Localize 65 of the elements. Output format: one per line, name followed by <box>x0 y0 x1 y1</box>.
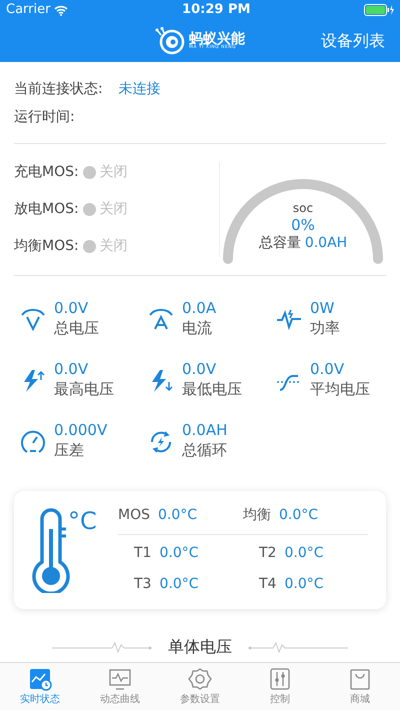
tab[interactable]: 商城 <box>320 663 400 710</box>
runtime-label: 运行时间: <box>14 109 75 125</box>
sliders-icon <box>268 667 292 691</box>
carrier-name: Carrier <box>6 1 50 20</box>
shopping-bag-icon <box>348 667 372 691</box>
tab[interactable]: 动态曲线 <box>80 663 160 710</box>
metric-label: 电流 <box>182 318 213 338</box>
metric-value: 0.000V <box>54 422 108 438</box>
metric-value: 0.0V <box>54 361 90 378</box>
sensor-label: T1 <box>134 544 152 563</box>
tab[interactable]: 参数设置 <box>160 663 240 710</box>
metric-value: 0.0AH <box>182 422 228 438</box>
metric-label: 功率 <box>310 318 340 338</box>
mos-label: 充电MOS: <box>14 163 79 182</box>
pressure-gauge-icon <box>20 428 46 454</box>
cycle-bolt-icon <box>148 428 174 454</box>
metric-label: 最高电压 <box>54 378 114 400</box>
metric-label: 平均电压 <box>310 378 370 400</box>
tab[interactable]: 控制 <box>240 663 320 710</box>
sensor-label: T2 <box>259 544 276 563</box>
metric-label: 压差 <box>54 440 85 460</box>
tab[interactable]: 实时状态 <box>0 663 80 710</box>
current-icon <box>148 306 174 332</box>
section-heading: 单体电压 <box>168 636 232 658</box>
temperature-value: 0.0°C <box>159 544 199 563</box>
temperature-value: 0.0°C <box>279 506 318 525</box>
sensor-label: MOS <box>118 506 150 525</box>
mos-label: 放电MOS: <box>14 200 79 219</box>
mos-state: 关闭 <box>100 237 128 256</box>
temperature-value: 0.0°C <box>284 544 324 563</box>
mos-state: 关闭 <box>100 163 128 182</box>
voltage-icon <box>20 306 46 332</box>
soc-label: soc <box>292 201 314 216</box>
battery-icon <box>364 4 394 16</box>
capacity-value: 0.0AH <box>304 234 348 252</box>
monitor-chart-icon <box>108 667 132 691</box>
capacity-label: 总容量 <box>258 234 301 252</box>
wifi-icon <box>54 4 68 16</box>
metric-value: 0.0V <box>54 300 90 316</box>
sensor-label: 均衡 <box>243 506 271 525</box>
metric-value: 0W <box>310 300 336 316</box>
mos-label: 均衡MOS: <box>14 237 79 256</box>
snail-logo-icon <box>155 27 185 55</box>
mos-state: 关闭 <box>100 200 128 219</box>
temperature-value: 0.0°C <box>159 575 199 594</box>
metric-value: 0.0V <box>182 361 218 378</box>
sensor-label: T3 <box>134 575 152 594</box>
soc-value: 0% <box>291 216 315 235</box>
logo-title: 蚂蚁兴能 <box>189 32 245 46</box>
metric-label: 最低电压 <box>182 378 242 400</box>
metric-label: 总电压 <box>54 318 99 338</box>
metric-value: 0.0A <box>182 300 216 316</box>
sensor-label: T4 <box>259 575 276 594</box>
live-chart-icon <box>28 667 52 691</box>
connection-status: 未连接 <box>118 80 161 99</box>
settings-icon <box>188 667 212 691</box>
clock-time: 10:29 PM <box>182 1 250 20</box>
metric-value: 0.0V <box>310 361 346 378</box>
connection-label: 当前连接状态: <box>14 80 103 99</box>
temperature-value: 0.0°C <box>284 575 324 594</box>
temperature-value: 0.0°C <box>158 506 198 525</box>
device-list-button[interactable]: 设备列表 <box>246 28 386 54</box>
thermometer-icon <box>32 507 70 593</box>
celsius-symbol: °C <box>68 506 98 537</box>
metric-label: 总循环 <box>182 440 228 460</box>
